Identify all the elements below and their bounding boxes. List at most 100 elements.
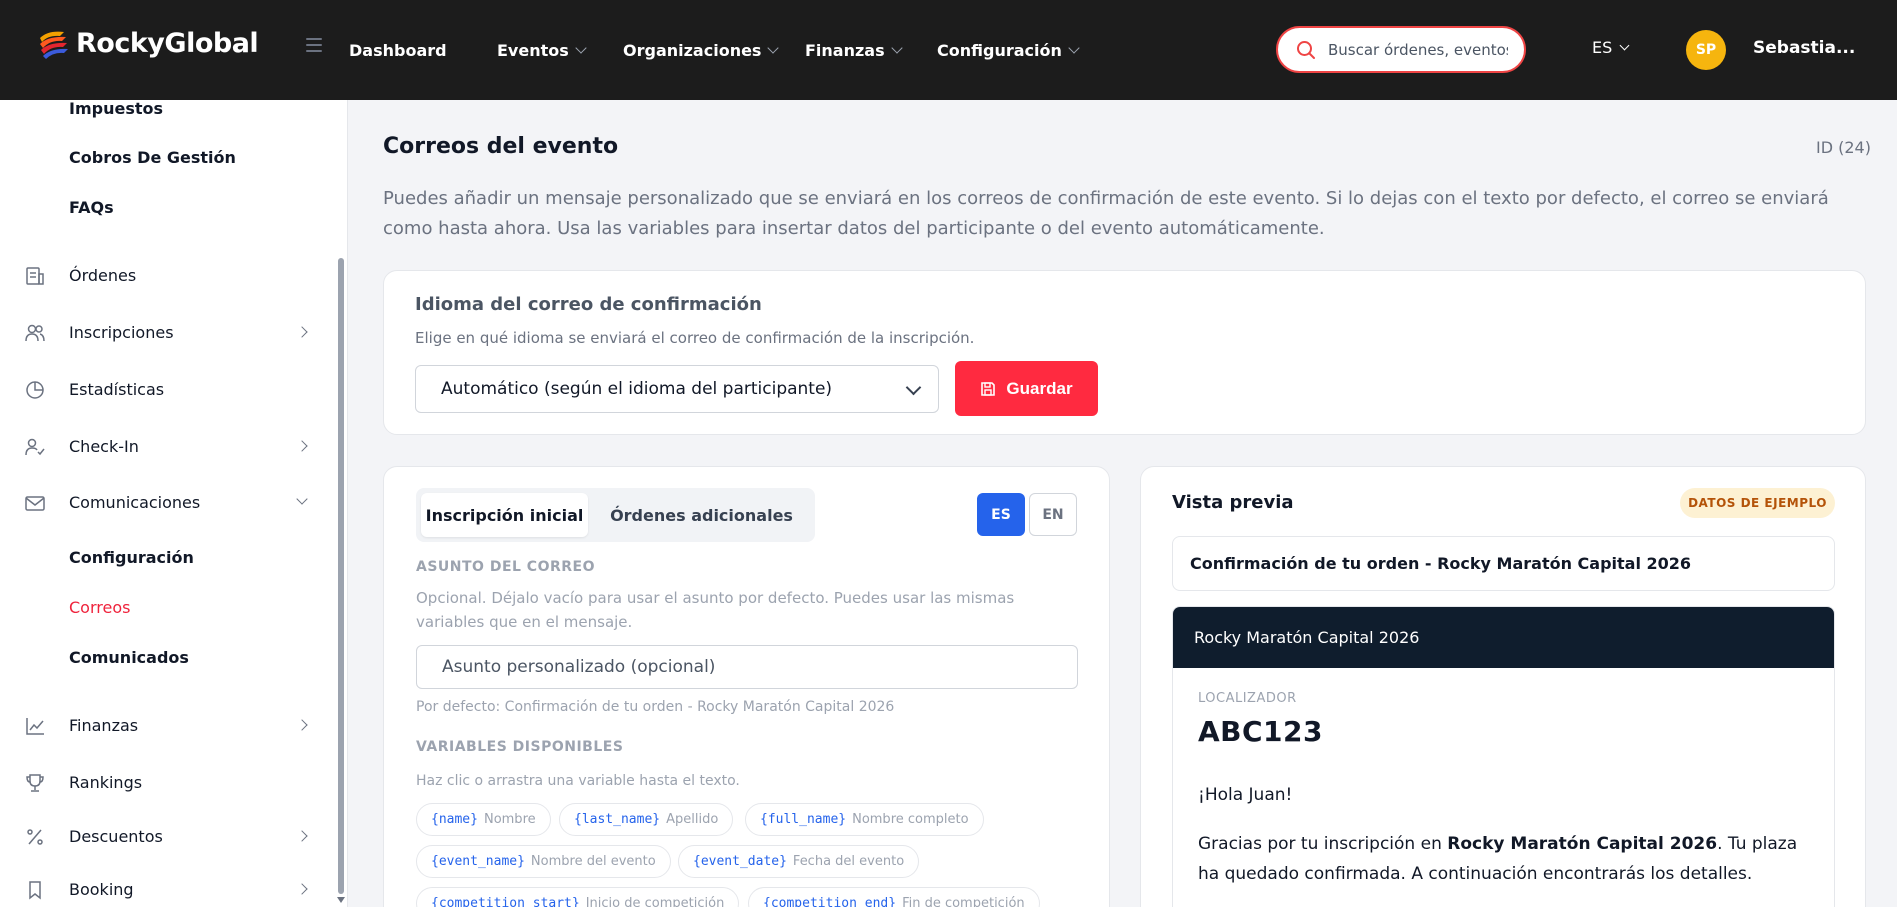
- sidebar-item-correos[interactable]: Correos: [0, 587, 330, 627]
- chevron-down-icon: [575, 41, 587, 54]
- preview-card: Vista previa DATOS DE EJEMPLO Confirmaci…: [1140, 466, 1866, 907]
- nav-eventos[interactable]: Eventos: [497, 0, 587, 100]
- sidebar-item-booking[interactable]: Booking: [0, 869, 330, 907]
- search-icon: [1297, 40, 1315, 59]
- variable-chip[interactable]: {name} Nombre: [416, 803, 551, 836]
- save-icon: [981, 381, 996, 396]
- search-input[interactable]: [1328, 40, 1508, 59]
- sidebar-item-label: Finanzas: [69, 715, 139, 735]
- sidebar-item-label: Estadísticas: [69, 379, 165, 399]
- subject-label: ASUNTO DEL CORREO: [416, 559, 596, 575]
- sidebar: Impuestos Cobros De Gestión FAQs Órdenes…: [0, 100, 348, 907]
- sidebar-item-label: Impuestos: [69, 100, 164, 118]
- variable-code: {last_name}: [574, 812, 661, 827]
- chevron-down-icon: [767, 41, 780, 54]
- email-event-name: Rocky Maratón Capital 2026: [1447, 834, 1718, 854]
- sidebar-item-descuentos[interactable]: Descuentos: [0, 816, 330, 856]
- sidebar-scrollbar[interactable]: [338, 258, 344, 894]
- save-button[interactable]: Guardar: [955, 361, 1098, 416]
- lang-es-button[interactable]: ES: [977, 493, 1025, 536]
- variable-code: {competition_end}: [763, 896, 897, 907]
- menu-toggle-icon[interactable]: [306, 38, 322, 52]
- subject-input[interactable]: [416, 645, 1078, 689]
- email-greeting: ¡Hola Juan!: [1198, 785, 1293, 805]
- lang-en-button[interactable]: EN: [1029, 493, 1077, 536]
- language-label: ES: [1592, 38, 1613, 57]
- variable-desc: Inicio de competición: [585, 896, 725, 907]
- sidebar-item-inscripciones[interactable]: Inscripciones: [0, 312, 330, 352]
- locator-code: ABC123: [1198, 715, 1324, 748]
- tab-ordenes-adicionales[interactable]: Órdenes adicionales: [593, 493, 810, 537]
- nav-label: Organizaciones: [623, 40, 762, 60]
- sidebar-item-configuracion[interactable]: Configuración: [0, 537, 330, 577]
- language-card-description: Elige en qué idioma se enviará el correo…: [415, 329, 975, 347]
- sidebar-item-label: Descuentos: [69, 826, 163, 846]
- save-button-label: Guardar: [1006, 378, 1073, 398]
- sidebar-item-label: Configuración: [69, 547, 194, 567]
- nav-configuracion[interactable]: Configuración: [937, 0, 1080, 100]
- sidebar-item-cobros-gestion[interactable]: Cobros De Gestión: [0, 137, 330, 177]
- page-title: Correos del evento: [383, 134, 619, 159]
- sidebar-item-ordenes[interactable]: Órdenes: [0, 255, 330, 295]
- language-selector[interactable]: ES: [1592, 38, 1630, 57]
- variable-code: {full_name}: [760, 812, 847, 827]
- variable-code: {competition_start}: [431, 896, 580, 907]
- sidebar-item-rankings[interactable]: Rankings: [0, 762, 330, 802]
- variable-chip[interactable]: {competition_start} Inicio de competición: [416, 887, 740, 907]
- sidebar-item-impuestos[interactable]: Impuestos: [0, 100, 330, 128]
- variable-desc: Fecha del evento: [792, 854, 905, 869]
- nav-label: Finanzas: [805, 40, 885, 60]
- receipt-icon: [26, 267, 44, 285]
- brand-logo[interactable]: RockyGlobal: [38, 26, 259, 60]
- chevron-right-icon: [296, 440, 308, 452]
- sidebar-item-estadisticas[interactable]: Estadísticas: [0, 369, 330, 409]
- email-preview: Rocky Maratón Capital 2026 LOCALIZADOR A…: [1172, 606, 1835, 907]
- chevron-right-icon: [296, 883, 308, 895]
- sidebar-item-label: Check-In: [69, 436, 139, 456]
- sidebar-item-label: Correos: [69, 597, 131, 617]
- sidebar-item-finanzas[interactable]: Finanzas: [0, 705, 330, 745]
- nav-dashboard[interactable]: Dashboard: [349, 0, 447, 100]
- users-icon: [25, 324, 45, 342]
- bookmark-icon: [29, 881, 41, 900]
- user-name[interactable]: Sebastia...: [1753, 38, 1855, 58]
- scroll-down-icon[interactable]: [337, 897, 345, 903]
- logo-icon: [38, 26, 72, 60]
- brand-name: RockyGlobal: [76, 27, 259, 59]
- language-select[interactable]: Automático (según el idioma del particip…: [415, 365, 939, 413]
- variable-chip[interactable]: {full_name} Nombre completo: [745, 803, 984, 836]
- sidebar-item-label: Booking: [69, 879, 134, 899]
- nav-finanzas[interactable]: Finanzas: [805, 0, 903, 100]
- trophy-icon: [26, 774, 44, 792]
- nav-organizaciones[interactable]: Organizaciones: [623, 0, 780, 100]
- user-check-icon: [25, 438, 45, 456]
- sidebar-item-comunicaciones[interactable]: Comunicaciones: [0, 482, 330, 522]
- variable-chip[interactable]: {last_name} Apellido: [559, 803, 734, 836]
- variable-desc: Nombre del evento: [530, 854, 656, 869]
- sidebar-item-comunicados[interactable]: Comunicados: [0, 637, 330, 677]
- variable-desc: Apellido: [666, 812, 719, 827]
- preview-title: Vista previa: [1172, 492, 1294, 513]
- locator-label: LOCALIZADOR: [1198, 691, 1297, 706]
- sidebar-item-check-in[interactable]: Check-In: [0, 426, 330, 466]
- variables-label: VARIABLES DISPONIBLES: [416, 739, 624, 755]
- percent-icon: [27, 829, 43, 845]
- avatar[interactable]: SP: [1686, 30, 1726, 70]
- email-header: Rocky Maratón Capital 2026: [1173, 607, 1834, 668]
- variable-code: {name}: [431, 812, 478, 827]
- chevron-down-icon: [296, 493, 308, 505]
- chevron-down-icon: [905, 379, 922, 396]
- variable-chip[interactable]: {event_date} Fecha del evento: [678, 845, 920, 878]
- sidebar-item-label: Rankings: [69, 772, 143, 792]
- sidebar-item-faqs[interactable]: FAQs: [0, 187, 330, 227]
- sidebar-item-label: Comunicados: [69, 647, 189, 667]
- sidebar-item-label: Cobros De Gestión: [69, 147, 236, 167]
- global-search[interactable]: [1276, 26, 1526, 73]
- chevron-right-icon: [296, 326, 308, 338]
- subject-default: Por defecto: Confirmación de tu orden - …: [416, 699, 895, 715]
- tab-inscripcion-inicial[interactable]: Inscripción inicial: [421, 493, 588, 537]
- variable-chip[interactable]: {event_name} Nombre del evento: [416, 845, 671, 878]
- variable-chip[interactable]: {competition_end} Fin de competición: [748, 887, 1040, 907]
- language-card: Idioma del correo de confirmación Elige …: [383, 270, 1866, 435]
- language-card-title: Idioma del correo de confirmación: [415, 294, 762, 315]
